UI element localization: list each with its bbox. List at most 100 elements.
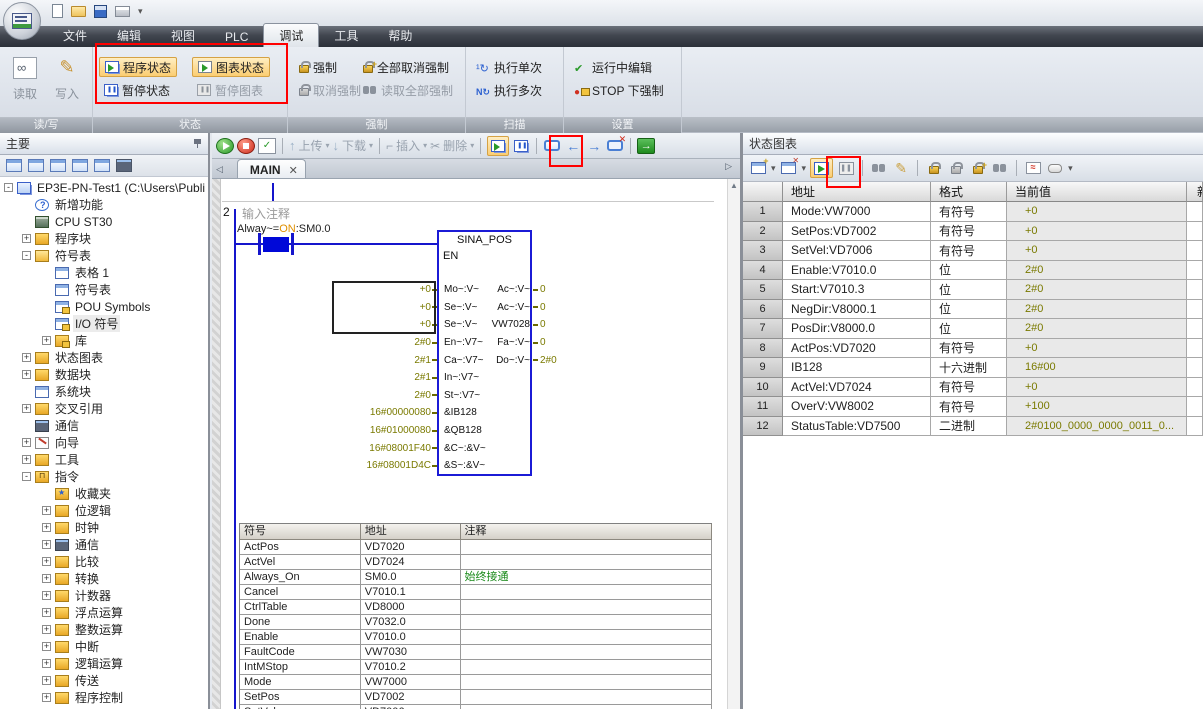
scroll-up-icon[interactable]: ▲ <box>728 179 740 193</box>
symbol-table-shortcut-icon[interactable] <box>28 159 44 172</box>
pin-input-name[interactable]: &C~:&V~ <box>437 443 483 454</box>
address-tag-dropdown-icon[interactable]: ▾ <box>1068 163 1073 174</box>
tree-expander[interactable]: + <box>42 540 51 549</box>
comment-cell[interactable] <box>461 660 712 675</box>
status-chart-row[interactable]: 3 SetVel:VD7006 有符号 +0 <box>743 241 1203 261</box>
chart-status-toggle-icon[interactable] <box>810 158 833 178</box>
execute-multiple-button[interactable]: 执行多次 <box>471 80 547 100</box>
tree-item[interactable]: + 状态图表 <box>0 349 208 366</box>
pin-output-name[interactable]: VW7028 <box>483 319 530 330</box>
current-value-cell[interactable]: +0 <box>1007 222 1187 242</box>
print-icon[interactable] <box>115 6 130 17</box>
tab-scroll-left-icon[interactable]: ◁ <box>212 164 227 178</box>
new-value-cell[interactable] <box>1187 339 1203 359</box>
pin-input-value[interactable]: 2#0 <box>272 337 437 348</box>
symbol-table-row[interactable]: Enable V7010.0 <box>240 630 712 645</box>
previous-bookmark-icon[interactable]: ← <box>564 136 582 156</box>
current-value-cell[interactable]: +0 <box>1007 241 1187 261</box>
pin-output-name[interactable]: Fa~:V~ <box>483 337 530 348</box>
tree-expander[interactable]: + <box>42 625 51 634</box>
format-cell[interactable]: 有符号 <box>931 378 1007 398</box>
tree-expander[interactable]: - <box>4 183 13 192</box>
tree-expander[interactable]: + <box>22 438 31 447</box>
format-cell[interactable]: 位 <box>931 319 1007 339</box>
tree-item[interactable]: POU Symbols <box>0 298 208 315</box>
goto-network-icon[interactable]: → <box>637 138 655 154</box>
pin-output-value[interactable]: 0 <box>533 284 546 295</box>
pin-input-name[interactable]: In~:V7~ <box>437 372 483 383</box>
status-chart-row[interactable]: 7 PosDir:V8000.0 位 2#0 <box>743 319 1203 339</box>
tree-expander[interactable]: + <box>22 404 31 413</box>
status-chart-row[interactable]: 9 IB128 十六进制 16#00 <box>743 358 1203 378</box>
menu-tab[interactable]: 调试 <box>263 23 319 47</box>
tree-expander[interactable]: + <box>42 506 51 515</box>
contact-energized-fill[interactable] <box>263 237 289 252</box>
address-cell[interactable]: StatusTable:VD7500 <box>783 417 931 437</box>
tree-item[interactable]: 符号表 <box>0 281 208 298</box>
insert-button[interactable]: ⌐插入▾ <box>386 137 427 154</box>
tree-expander[interactable]: + <box>22 353 31 362</box>
program-block-shortcut-icon[interactable] <box>6 159 22 172</box>
symbol-cell[interactable]: SetVel <box>240 705 361 709</box>
tree-expander[interactable]: + <box>42 557 51 566</box>
address-cell[interactable]: NegDir:V8000.1 <box>783 300 931 320</box>
next-bookmark-icon[interactable]: → <box>585 136 603 156</box>
unforce-all-values-icon[interactable] <box>973 166 983 174</box>
row-number-cell[interactable]: 9 <box>743 358 783 378</box>
current-value-cell[interactable]: +100 <box>1007 397 1187 417</box>
symbol-table-row[interactable]: Done V7032.0 <box>240 615 712 630</box>
pin-output-name[interactable]: Do~:V~ <box>483 355 530 366</box>
tree-item[interactable]: 系统块 <box>0 383 208 400</box>
current-value-cell[interactable]: 2#0 <box>1007 261 1187 281</box>
menu-tab[interactable]: 帮助 <box>373 24 427 47</box>
symbol-table-row[interactable]: IntMStop V7010.2 <box>240 660 712 675</box>
row-number-cell[interactable]: 2 <box>743 222 783 242</box>
address-cell[interactable]: ActPos:VD7020 <box>783 339 931 359</box>
address-cell[interactable]: VW7000 <box>361 675 461 690</box>
new-file-icon[interactable] <box>52 4 63 18</box>
force-value-icon[interactable] <box>929 166 939 174</box>
comment-cell[interactable] <box>461 555 712 570</box>
current-value-cell[interactable]: 2#0 <box>1007 280 1187 300</box>
symbol-cell[interactable]: Done <box>240 615 361 630</box>
new-value-cell[interactable] <box>1187 222 1203 242</box>
contact-bar-right[interactable] <box>291 233 294 255</box>
address-cell[interactable]: VD7024 <box>361 555 461 570</box>
current-value-cell[interactable]: +0 <box>1007 339 1187 359</box>
pin-input-name[interactable]: St~:V7~ <box>437 390 483 401</box>
trend-view-icon[interactable]: ≈ <box>1026 162 1041 174</box>
format-cell[interactable]: 位 <box>931 261 1007 281</box>
tree-expander[interactable]: + <box>42 676 51 685</box>
pin-input-value[interactable]: 16#00000080 <box>272 407 437 418</box>
delete-button[interactable]: ✂删除▾ <box>430 137 474 154</box>
execute-single-button[interactable]: 执行单次 <box>471 57 547 77</box>
menu-tab[interactable]: 编辑 <box>102 24 156 47</box>
save-icon[interactable] <box>94 5 107 18</box>
contact-operand-label[interactable]: Alway~=ON:SM0.0 <box>237 223 331 235</box>
status-chart-row[interactable]: 6 NegDir:V8000.1 位 2#0 <box>743 300 1203 320</box>
pause-status-button[interactable]: 暂停状态 <box>99 80 175 100</box>
run-icon[interactable] <box>216 138 234 154</box>
contact-bar-left[interactable] <box>258 233 261 255</box>
pause-status-toggle-icon[interactable] <box>512 136 530 156</box>
communications-shortcut-icon[interactable] <box>116 159 132 172</box>
address-cell[interactable]: V7032.0 <box>361 615 461 630</box>
menu-tab[interactable]: 视图 <box>156 24 210 47</box>
format-cell[interactable]: 有符号 <box>931 397 1007 417</box>
read-values-icon[interactable] <box>872 162 886 174</box>
pin-output-value[interactable]: 0 <box>533 337 546 348</box>
program-status-button[interactable]: 程序状态 <box>99 57 177 77</box>
current-value-cell[interactable]: +0 <box>1007 378 1187 398</box>
row-number-cell[interactable]: 4 <box>743 261 783 281</box>
tree-item[interactable]: I/O 符号 <box>0 315 208 332</box>
symbol-table-row[interactable]: CtrlTable VD8000 <box>240 600 712 615</box>
status-chart-row[interactable]: 8 ActPos:VD7020 有符号 +0 <box>743 339 1203 359</box>
row-number-cell[interactable]: 7 <box>743 319 783 339</box>
new-value-cell[interactable] <box>1187 358 1203 378</box>
tree-expander[interactable]: + <box>42 523 51 532</box>
pin-input-name[interactable]: Se~:V~ <box>437 319 483 330</box>
clear-bookmarks-icon[interactable] <box>607 140 623 151</box>
address-cell[interactable]: PosDir:V8000.0 <box>783 319 931 339</box>
current-value-cell[interactable]: +0 <box>1007 202 1187 222</box>
address-cell[interactable]: Mode:VW7000 <box>783 202 931 222</box>
